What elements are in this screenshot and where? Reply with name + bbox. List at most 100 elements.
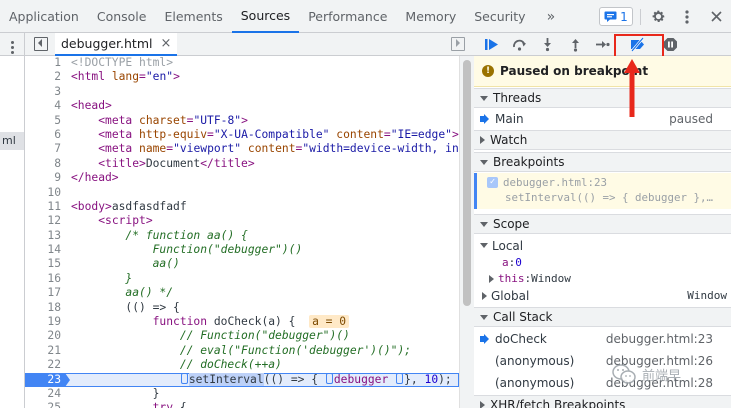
line-number[interactable]: 19 — [25, 315, 65, 329]
inline-breakpoint-marker[interactable] — [180, 372, 188, 384]
line-number[interactable]: 9 — [25, 171, 65, 185]
toggle-navigator-icon[interactable] — [34, 37, 48, 51]
breakpoint-item[interactable]: ✓ debugger.html:23 setInterval(() => { d… — [474, 173, 731, 209]
line-number[interactable]: 8 — [25, 157, 65, 171]
tab-elements[interactable]: Elements — [155, 0, 231, 33]
inline-breakpoint-marker[interactable] — [396, 372, 404, 384]
code-line[interactable]: 11 <body>asdfasdfadf — [25, 200, 459, 214]
navigator-selected-file[interactable]: ml — [0, 132, 24, 150]
tab-security[interactable]: Security — [465, 0, 534, 33]
line-number[interactable]: 23 — [25, 372, 70, 387]
code-line[interactable]: 18 (() => { — [25, 301, 459, 315]
line-number[interactable]: 25 — [25, 401, 65, 408]
tab-memory[interactable]: Memory — [396, 0, 465, 33]
code-line[interactable]: 1 <!DOCTYPE html> — [25, 56, 459, 70]
line-number[interactable]: 14 — [25, 243, 65, 257]
code-line[interactable]: 24 } — [25, 387, 459, 401]
tab-sources[interactable]: Sources — [231, 0, 300, 33]
line-number[interactable]: 17 — [25, 286, 65, 300]
code-line[interactable]: 5 <meta charset="UTF-8"> — [25, 114, 459, 128]
line-number[interactable]: 2 — [25, 70, 65, 84]
breakpoint-checkbox[interactable]: ✓ — [487, 176, 498, 188]
scope-var-a[interactable]: a: 0 — [474, 254, 731, 271]
tab-performance[interactable]: Performance — [299, 0, 396, 33]
step-over-icon[interactable] — [509, 35, 529, 54]
issues-badge[interactable]: 1 — [599, 7, 633, 26]
line-number[interactable]: 4 — [25, 99, 65, 113]
code-line[interactable]: 7 <meta name="viewport" content="width=d… — [25, 142, 459, 156]
code-line[interactable]: 4 <head> — [25, 99, 459, 113]
code-line[interactable]: 25 try { — [25, 401, 459, 408]
file-tab-debugger-html[interactable]: debugger.html × — [55, 33, 178, 56]
code-line[interactable]: 14 Function("debugger")() — [25, 243, 459, 257]
scope-this[interactable]: this: Window — [474, 270, 731, 287]
line-number[interactable]: 21 — [25, 344, 65, 358]
tab-console[interactable]: Console — [88, 0, 156, 33]
call-frame-location[interactable]: debugger.html:23 — [606, 332, 713, 346]
line-number[interactable]: 13 — [25, 229, 65, 243]
step-into-icon[interactable] — [537, 35, 557, 54]
line-number[interactable]: 16 — [25, 272, 65, 286]
call-frame-row[interactable]: doCheck debugger.html:23 — [474, 329, 731, 349]
more-tabs-button[interactable]: » — [535, 0, 568, 33]
step-icon[interactable] — [592, 35, 612, 54]
scope-local[interactable]: Local — [474, 237, 731, 254]
line-number[interactable]: 7 — [25, 142, 65, 156]
line-number[interactable]: 20 — [25, 329, 65, 343]
code-line[interactable]: 13 /* function aa() { — [25, 229, 459, 243]
section-xhr-breakpoints[interactable]: XHR/fetch Breakpoints — [474, 395, 731, 408]
close-icon[interactable] — [707, 7, 726, 26]
code-line[interactable]: 10 — [25, 186, 459, 200]
line-number[interactable]: 11 — [25, 200, 65, 214]
resume-icon[interactable] — [481, 35, 501, 54]
close-tab-icon[interactable]: × — [160, 36, 171, 51]
thread-row-main[interactable]: Main paused — [474, 109, 731, 129]
debugger-toolbar — [474, 33, 731, 59]
line-number[interactable]: 15 — [25, 257, 65, 271]
tab-application[interactable]: Application — [0, 0, 88, 33]
code-line[interactable]: 22 // doCheck(++a) — [25, 358, 459, 372]
code-line[interactable]: 20 // Function("debugger")() — [25, 329, 459, 343]
call-frame-row[interactable]: (anonymous) debugger.html:26 — [474, 351, 731, 371]
scrollbar-thumb[interactable] — [463, 60, 471, 306]
line-number[interactable]: 3 — [25, 85, 65, 99]
line-number[interactable]: 6 — [25, 128, 65, 142]
code-line[interactable]: 8 <title>Document</title> — [25, 157, 459, 171]
code-line[interactable]: 9 </head> — [25, 171, 459, 185]
editor-scrollbar[interactable] — [459, 56, 474, 408]
code-line[interactable]: 15 aa() — [25, 257, 459, 271]
code-line[interactable]: 12 <script> — [25, 214, 459, 228]
inline-breakpoint-marker[interactable] — [325, 372, 333, 384]
line-number[interactable]: 12 — [25, 214, 65, 228]
code-line[interactable]: 2 <html lang="en"> — [25, 70, 459, 84]
code-line[interactable]: 19 function doCheck(a) { a = 0 — [25, 315, 459, 329]
scope-global[interactable]: Global Window — [474, 287, 731, 304]
line-number[interactable]: 1 — [25, 56, 65, 70]
section-threads[interactable]: Threads — [474, 88, 731, 108]
line-number[interactable]: 18 — [25, 301, 65, 315]
code-line[interactable]: 21 // eval("Function('debugger')()"); — [25, 344, 459, 358]
code-line[interactable]: 3 — [25, 85, 459, 99]
section-xhr-label: XHR/fetch Breakpoints — [490, 398, 626, 408]
line-number[interactable]: 5 — [25, 114, 65, 128]
step-out-icon[interactable] — [565, 35, 585, 54]
code-line[interactable]: 6 <meta http-equiv="X-UA-Compatible" con… — [25, 128, 459, 142]
line-number[interactable]: 10 — [25, 186, 65, 200]
code-line[interactable]: 17 aa() */ — [25, 286, 459, 300]
section-scope[interactable]: Scope — [474, 214, 731, 234]
code-token: /* function aa() { — [125, 228, 248, 242]
line-number[interactable]: 24 — [25, 387, 65, 401]
toggle-debugger-sidebar-icon[interactable] — [451, 37, 465, 51]
code-line-current[interactable]: 23 setInterval(() => { debugger }, 10); — [25, 372, 459, 387]
call-frame-row[interactable]: (anonymous) debugger.html:28 — [474, 373, 731, 393]
gear-icon[interactable] — [649, 7, 668, 26]
code-line[interactable]: 16 } — [25, 272, 459, 286]
section-call-stack[interactable]: Call Stack — [474, 307, 731, 327]
section-watch[interactable]: Watch — [474, 130, 731, 150]
navigator-menu-icon[interactable] — [5, 37, 19, 57]
line-number[interactable]: 22 — [25, 358, 65, 372]
code-view[interactable]: 1 <!DOCTYPE html> 2 <html lang="en"> 3 4 <head… — [25, 56, 459, 408]
vertical-dots-icon[interactable] — [677, 7, 696, 26]
section-breakpoints[interactable]: Breakpoints — [474, 152, 731, 172]
